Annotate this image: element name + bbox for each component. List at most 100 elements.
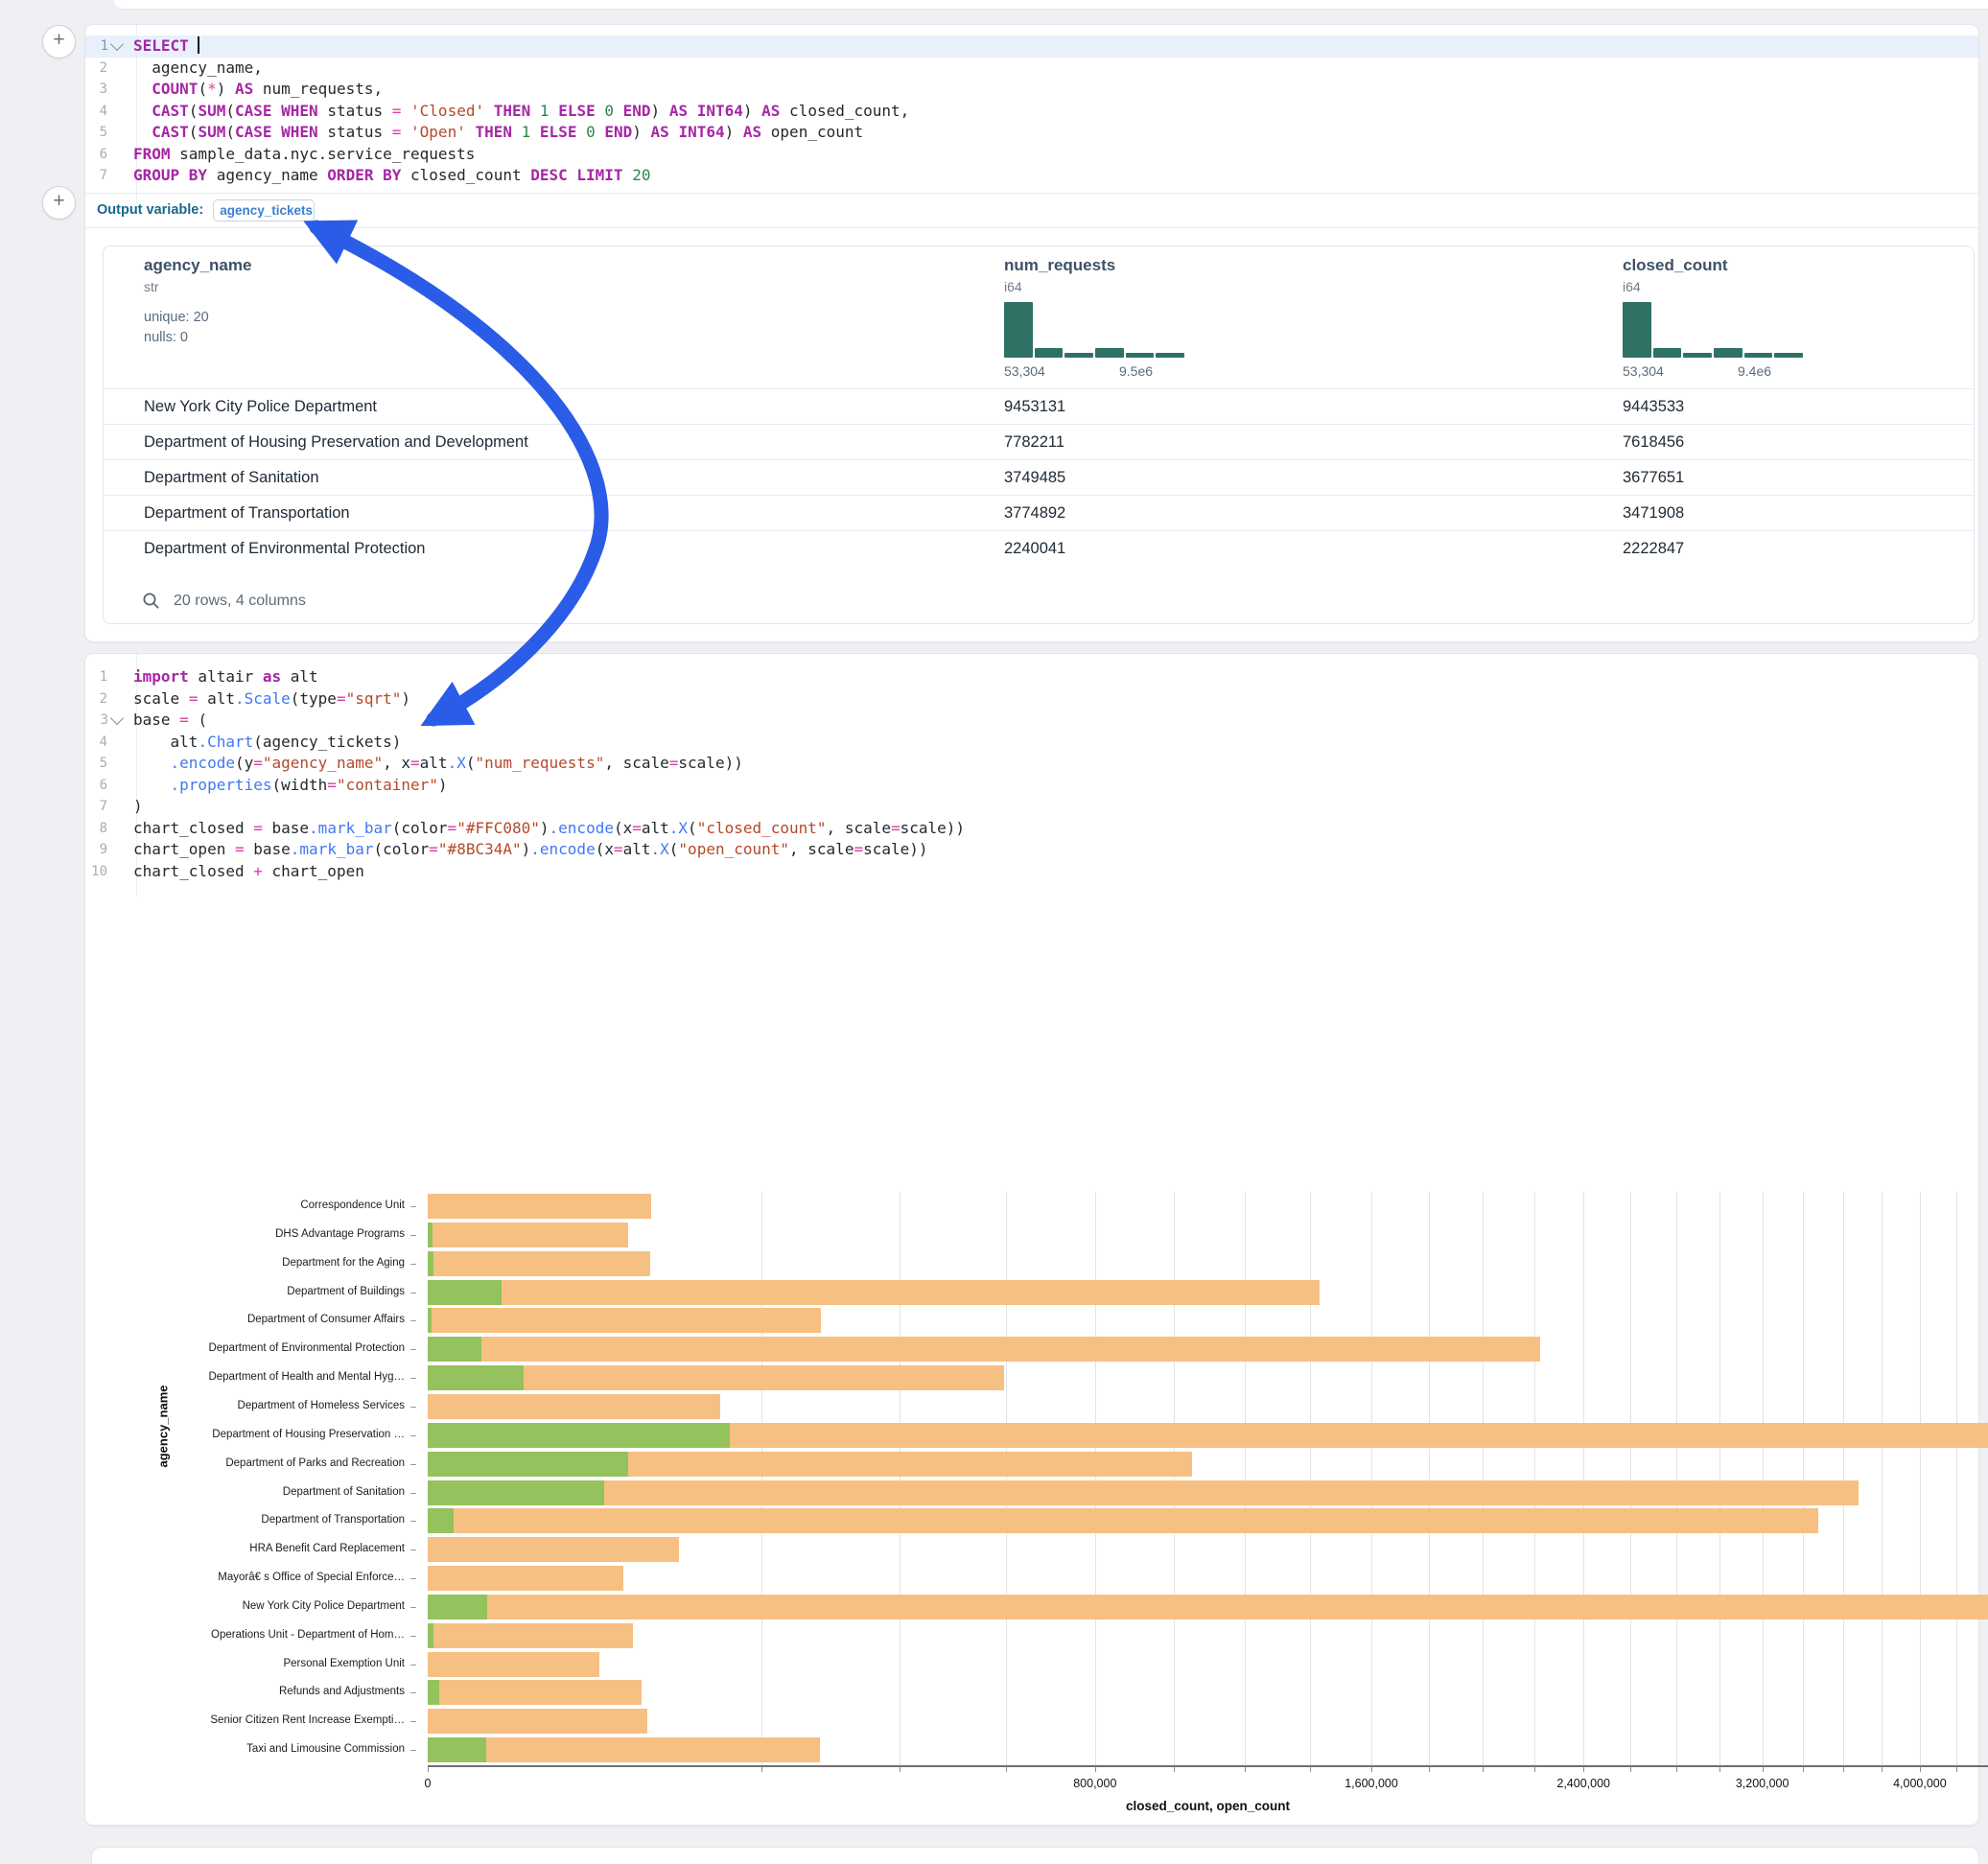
x-tick-label: 0 bbox=[425, 1777, 432, 1790]
sql-code-editor[interactable]: 1SELECT 2 agency_name,3 COUNT(*) AS num_… bbox=[85, 25, 1978, 203]
code-line[interactable]: 1SELECT bbox=[85, 35, 1978, 58]
column-name: agency_name bbox=[144, 256, 251, 275]
code-text: import altair as alt bbox=[124, 666, 318, 688]
x-tick bbox=[1803, 1766, 1804, 1772]
table-row[interactable]: Department of Sanitation37494853677651 bbox=[104, 459, 1974, 496]
code-text: chart_closed = base.mark_bar(color="#FFC… bbox=[124, 818, 965, 840]
code-line[interactable]: 4 alt.Chart(agency_tickets) bbox=[85, 732, 1978, 754]
code-line[interactable]: 6FROM sample_data.nyc.service_requests bbox=[85, 144, 1978, 166]
code-line[interactable]: 7GROUP BY agency_name ORDER BY closed_co… bbox=[85, 165, 1978, 187]
category-label: Refunds and Adjustments bbox=[279, 1686, 405, 1697]
token: (y bbox=[235, 754, 253, 772]
table-row[interactable]: Department of Housing Preservation and D… bbox=[104, 424, 1974, 460]
chevron-down-icon[interactable] bbox=[110, 37, 124, 51]
x-tick bbox=[1956, 1766, 1957, 1772]
line-number: 8 bbox=[85, 818, 124, 840]
line-number: 2 bbox=[85, 688, 124, 711]
code-line[interactable]: 1import altair as alt bbox=[85, 666, 1978, 688]
add-cell-button[interactable]: + bbox=[42, 186, 76, 220]
search-icon[interactable] bbox=[142, 592, 160, 610]
divider bbox=[85, 227, 1978, 228]
add-cell-button[interactable]: + bbox=[42, 25, 76, 58]
token: ( bbox=[225, 102, 235, 120]
x-tick bbox=[761, 1766, 762, 1772]
gridline bbox=[1956, 1192, 1957, 1765]
y-tick bbox=[410, 1636, 416, 1637]
x-axis-line bbox=[428, 1765, 1988, 1767]
token: chart_closed bbox=[133, 819, 253, 837]
token: 'Open' bbox=[410, 123, 466, 141]
bar-open bbox=[428, 1452, 628, 1477]
token bbox=[688, 102, 697, 120]
column-header[interactable]: agency_namestrunique: 20nulls: 0 bbox=[144, 256, 251, 348]
line-number: 3 bbox=[85, 710, 124, 732]
category-label: Taxi and Limousine Commission bbox=[246, 1743, 405, 1755]
token: ) bbox=[133, 797, 143, 815]
gridline bbox=[1310, 1192, 1311, 1765]
table-row[interactable]: Department of Transportation377489234719… bbox=[104, 495, 1974, 531]
bar-closed bbox=[428, 1251, 650, 1276]
y-tick bbox=[410, 1435, 416, 1436]
code-line[interactable]: 10chart_closed + chart_open bbox=[85, 861, 1978, 883]
token: WHEN bbox=[281, 123, 318, 141]
code-line[interactable]: 8chart_closed = base.mark_bar(color="#FF… bbox=[85, 818, 1978, 840]
code-line[interactable]: 7) bbox=[85, 796, 1978, 818]
code-line[interactable]: 3 COUNT(*) AS num_requests, bbox=[85, 79, 1978, 101]
notebook-page: + + 1SELECT 2 agency_name,3 COUNT(*) AS … bbox=[0, 0, 1988, 1864]
column-header[interactable]: num_requestsi64 bbox=[1004, 256, 1115, 294]
token: = bbox=[448, 819, 457, 837]
gridline bbox=[1245, 1192, 1246, 1765]
bar-chart bbox=[428, 1192, 1988, 1765]
token: SUM bbox=[198, 123, 225, 141]
bar-closed bbox=[428, 1394, 720, 1419]
token: , x bbox=[383, 754, 410, 772]
chevron-down-icon[interactable] bbox=[110, 711, 124, 725]
gridline bbox=[1630, 1192, 1631, 1765]
token: .Chart bbox=[198, 733, 253, 751]
column-stats: unique: 20nulls: 0 bbox=[144, 308, 251, 348]
column-header[interactable]: closed_count i64 bbox=[1623, 256, 1728, 294]
python-code-editor[interactable]: 1import altair as alt2scale = alt.Scale(… bbox=[85, 654, 1978, 897]
code-line[interactable]: 9chart_open = base.mark_bar(color="#8BC3… bbox=[85, 839, 1978, 861]
bar-closed bbox=[428, 1566, 623, 1591]
code-text: .encode(y="agency_name", x=alt.X("num_re… bbox=[124, 753, 743, 775]
code-line[interactable]: 4 CAST(SUM(CASE WHEN status = 'Closed' T… bbox=[85, 101, 1978, 123]
token bbox=[272, 123, 282, 141]
token bbox=[623, 166, 633, 184]
column-type: i64 bbox=[1623, 279, 1728, 294]
table-row[interactable]: Department of Environmental Protection22… bbox=[104, 530, 1974, 567]
table-cell: Department of Sanitation bbox=[144, 460, 319, 496]
code-line[interactable]: 2scale = alt.Scale(type="sqrt") bbox=[85, 688, 1978, 711]
token: status bbox=[318, 123, 392, 141]
y-tick bbox=[410, 1206, 416, 1207]
token: ORDER BY bbox=[327, 166, 401, 184]
text-cursor bbox=[198, 36, 199, 54]
column-name: closed_count bbox=[1623, 256, 1728, 275]
token: base bbox=[245, 840, 291, 858]
token: import bbox=[133, 667, 189, 686]
code-line[interactable]: 6 .properties(width="container") bbox=[85, 775, 1978, 797]
bar-closed bbox=[428, 1623, 633, 1648]
token: DESC bbox=[530, 166, 568, 184]
code-line[interactable]: 2 agency_name, bbox=[85, 58, 1978, 80]
token: = bbox=[392, 123, 402, 141]
bar-closed bbox=[428, 1595, 1988, 1619]
next-cell-edge bbox=[91, 1847, 1979, 1864]
table-row[interactable]: New York City Police Department945313194… bbox=[104, 388, 1974, 425]
histogram-bar bbox=[1156, 353, 1184, 358]
token: .mark_bar bbox=[309, 819, 392, 837]
code-line[interactable]: 3base = ( bbox=[85, 710, 1978, 732]
token: GROUP BY bbox=[133, 166, 207, 184]
bar-open bbox=[428, 1623, 433, 1648]
code-line[interactable]: 5 .encode(y="agency_name", x=alt.X("num_… bbox=[85, 753, 1978, 775]
token: ( bbox=[688, 819, 697, 837]
token bbox=[576, 123, 586, 141]
output-variable-badge[interactable]: agency_tickets bbox=[213, 199, 315, 221]
token bbox=[484, 102, 494, 120]
category-label: Department for the Aging bbox=[282, 1257, 405, 1269]
bar-closed bbox=[428, 1280, 1320, 1305]
histogram-max: 9.4e6 bbox=[1738, 363, 1771, 379]
token: num_requests, bbox=[253, 80, 383, 98]
category-label: Department of Parks and Recreation bbox=[225, 1457, 405, 1469]
code-line[interactable]: 5 CAST(SUM(CASE WHEN status = 'Open' THE… bbox=[85, 122, 1978, 144]
